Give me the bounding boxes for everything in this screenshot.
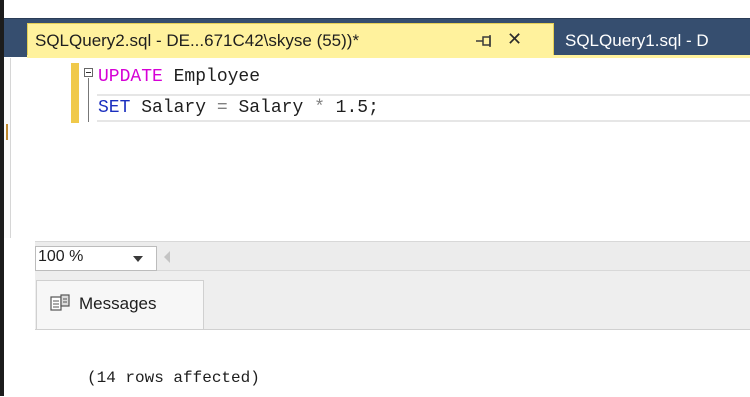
scroll-left-icon[interactable] (164, 251, 170, 263)
column-salary-ref: Salary (227, 98, 315, 118)
ssms-query-window: SQLQuery2.sql - DE...671C42\skyse (55))*… (0, 0, 750, 397)
multiply-operator: * (314, 98, 325, 118)
table-name: Employee (162, 67, 261, 87)
equals-operator: = (216, 98, 228, 118)
column-salary: Salary (130, 98, 217, 118)
outline-guide (88, 78, 89, 122)
tab-sqlquery1-title: SQLQuery1.sql - D (565, 31, 709, 50)
keyword-update: UPDATE (98, 67, 163, 87)
multiplier-value: 1.5; (324, 98, 379, 118)
left-side-panel (4, 58, 11, 238)
tab-sqlquery2-title: SQLQuery2.sql - DE...671C42\skyse (55))* (35, 31, 360, 50)
tab-messages-label: Messages (79, 294, 157, 313)
close-icon[interactable]: ✕ (507, 30, 522, 48)
collapse-icon[interactable] (84, 68, 93, 77)
keyword-set: SET (98, 98, 131, 118)
pin-icon[interactable] (474, 34, 494, 48)
chevron-down-icon[interactable] (133, 256, 143, 262)
rows-affected-message: (14 rows affected) (87, 369, 260, 387)
left-panel-marker (6, 124, 8, 140)
code-line-2[interactable]: SET Salary = Salary * 1.5; (98, 99, 379, 117)
changed-lines-marker (71, 63, 79, 123)
code-line-1[interactable]: UPDATE Employee (98, 68, 260, 86)
zoom-value: 100 % (38, 248, 84, 265)
messages-icon (50, 294, 70, 311)
